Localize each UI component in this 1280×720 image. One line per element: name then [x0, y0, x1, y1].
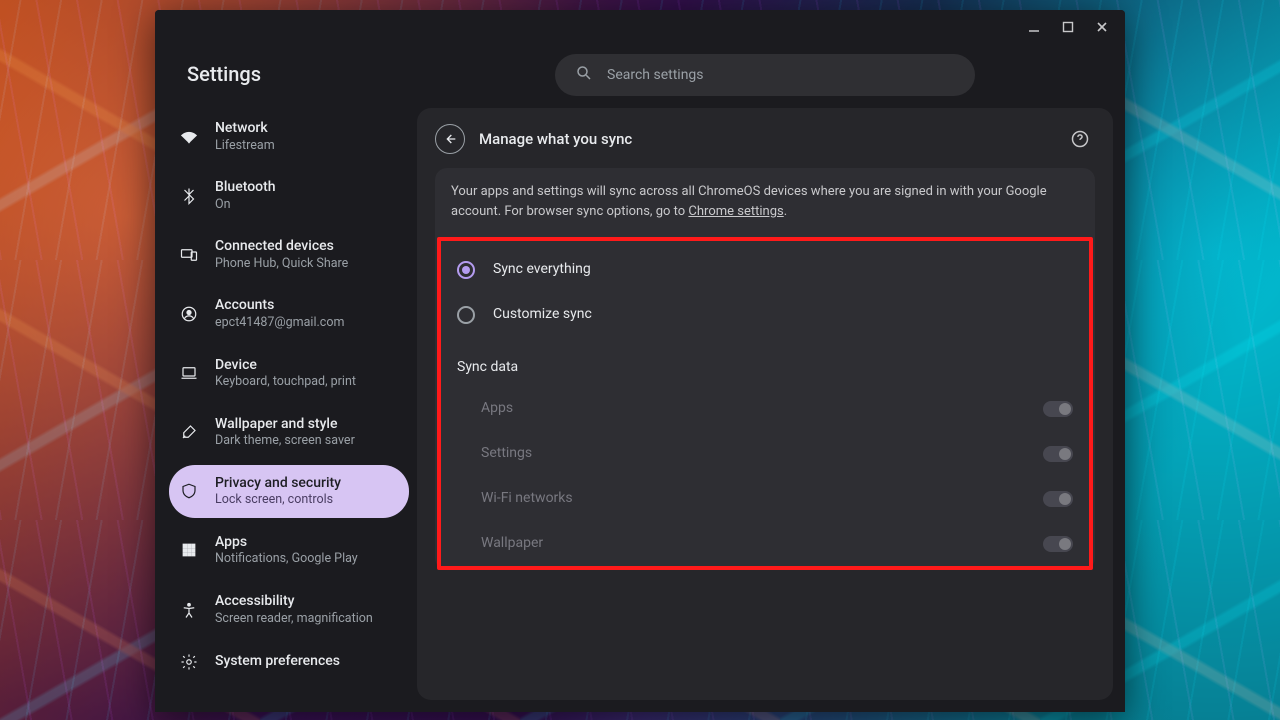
search-icon — [575, 64, 593, 86]
bluetooth-icon — [179, 186, 199, 206]
sidebar-item-label: System preferences — [215, 653, 340, 671]
sidebar-item-label: Accessibility — [215, 593, 373, 611]
sidebar-item-label: Network — [215, 120, 275, 138]
sidebar-item-apps[interactable]: AppsNotifications, Google Play — [169, 524, 409, 577]
sidebar-item-label: Privacy and security — [215, 475, 341, 493]
toggle-disabled — [1043, 401, 1073, 417]
sync-item-wifi: Wi-Fi networks — [451, 476, 1079, 521]
apps-grid-icon — [179, 540, 199, 560]
sidebar-item-bluetooth[interactable]: BluetoothOn — [169, 169, 409, 222]
sidebar-item-label: Apps — [215, 534, 358, 552]
sync-item-settings: Settings — [451, 431, 1079, 476]
back-button[interactable] — [435, 124, 465, 154]
devices-icon — [179, 245, 199, 265]
accessibility-icon — [179, 600, 199, 620]
app-title: Settings — [169, 56, 409, 104]
main-panel: Manage what you sync Your apps and setti… — [417, 108, 1113, 700]
shield-icon — [179, 481, 199, 501]
search-input[interactable]: Search settings — [555, 54, 975, 96]
gear-icon — [179, 652, 199, 672]
toggle-disabled — [1043, 491, 1073, 507]
sidebar-item-sub: Screen reader, magnification — [215, 611, 373, 627]
sidebar-item-label: Wallpaper and style — [215, 416, 355, 434]
sync-item-wallpaper: Wallpaper — [451, 521, 1079, 566]
sidebar: Settings NetworkLifestream BluetoothOn C… — [155, 44, 417, 712]
settings-window: Settings NetworkLifestream BluetoothOn C… — [155, 10, 1125, 712]
sidebar-item-accounts[interactable]: Accountsepct41487@gmail.com — [169, 287, 409, 340]
radio-icon — [457, 306, 475, 324]
sidebar-item-accessibility[interactable]: AccessibilityScreen reader, magnificatio… — [169, 583, 409, 636]
sidebar-item-sub: Lock screen, controls — [215, 492, 341, 508]
sidebar-item-label: Bluetooth — [215, 179, 276, 197]
sidebar-item-label: Connected devices — [215, 238, 348, 256]
sidebar-item-sub: Lifestream — [215, 138, 275, 154]
window-titlebar — [155, 10, 1125, 44]
sidebar-item-device[interactable]: DeviceKeyboard, touchpad, print — [169, 347, 409, 400]
sidebar-item-wallpaper[interactable]: Wallpaper and styleDark theme, screen sa… — [169, 406, 409, 459]
sync-item-label: Apps — [481, 398, 513, 419]
toggle-disabled — [1043, 446, 1073, 462]
help-button[interactable] — [1065, 124, 1095, 154]
sidebar-item-label: Accounts — [215, 297, 344, 315]
sidebar-item-sub: On — [215, 197, 276, 213]
wifi-icon — [179, 127, 199, 147]
sync-item-apps: Apps — [451, 386, 1079, 431]
sync-item-label: Wi-Fi networks — [481, 488, 573, 509]
sync-info-card: Your apps and settings will sync across … — [435, 168, 1095, 570]
sidebar-item-sub: Keyboard, touchpad, print — [215, 374, 356, 390]
sync-data-header: Sync data — [451, 337, 1079, 386]
sync-item-label: Settings — [481, 443, 532, 464]
window-close-button[interactable] — [1093, 18, 1111, 36]
toggle-disabled — [1043, 536, 1073, 552]
sidebar-item-privacy[interactable]: Privacy and securityLock screen, control… — [169, 465, 409, 518]
radio-customize-sync[interactable]: Customize sync — [451, 292, 1079, 337]
search-placeholder: Search settings — [607, 67, 704, 83]
sync-item-label: Wallpaper — [481, 533, 543, 554]
sidebar-item-connected-devices[interactable]: Connected devicesPhone Hub, Quick Share — [169, 228, 409, 281]
laptop-icon — [179, 363, 199, 383]
info-text-b: . — [784, 204, 787, 219]
radio-sync-everything[interactable]: Sync everything — [451, 247, 1079, 292]
sidebar-item-sub: Notifications, Google Play — [215, 551, 358, 567]
window-minimize-button[interactable] — [1025, 18, 1043, 36]
highlight-box: Sync everything Customize sync Sync data… — [437, 237, 1093, 570]
sidebar-item-sub: epct41487@gmail.com — [215, 315, 344, 331]
radio-label: Sync everything — [493, 259, 591, 280]
account-icon — [179, 304, 199, 324]
sidebar-item-sub: Dark theme, screen saver — [215, 433, 355, 449]
sidebar-item-system[interactable]: System preferences — [169, 642, 409, 682]
radio-label: Customize sync — [493, 304, 592, 325]
sidebar-item-sub: Phone Hub, Quick Share — [215, 256, 348, 272]
sidebar-item-network[interactable]: NetworkLifestream — [169, 110, 409, 163]
radio-icon — [457, 261, 475, 279]
brush-icon — [179, 422, 199, 442]
window-maximize-button[interactable] — [1059, 18, 1077, 36]
page-title: Manage what you sync — [479, 130, 632, 148]
sidebar-item-label: Device — [215, 357, 356, 375]
chrome-settings-link[interactable]: Chrome settings — [688, 204, 783, 219]
